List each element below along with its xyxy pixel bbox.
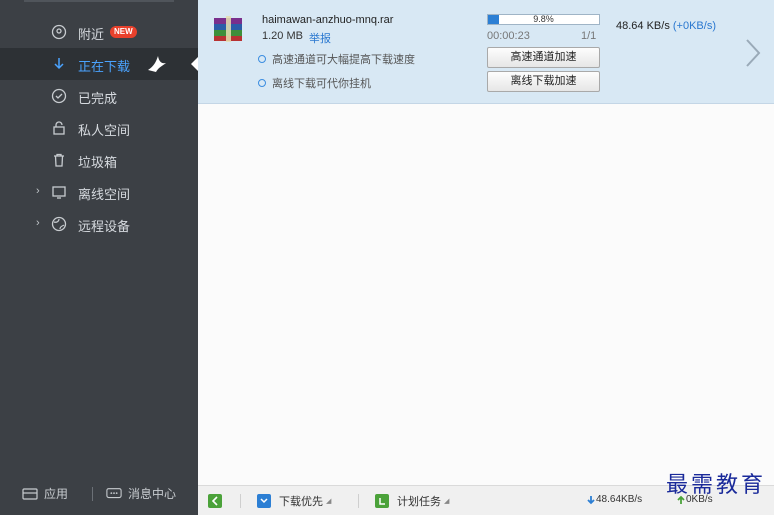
apps-label: 应用: [44, 487, 69, 501]
check-circle-icon: [50, 87, 68, 105]
bullet-icon: [258, 55, 266, 63]
scheduled-tasks-button[interactable]: 计划任务 ◢: [375, 493, 449, 509]
sidebar-item-completed[interactable]: 已完成: [0, 80, 198, 112]
main-content: haimawan-anzhuo-mnq.rar 1.20 MB 举报 9.8% …: [198, 0, 774, 515]
hint-text: 离线下载可代你挂机: [272, 78, 371, 90]
new-badge: NEW: [110, 26, 137, 38]
apps-button[interactable]: 应用: [22, 485, 68, 502]
speed-delta: (+0KB/s): [672, 20, 716, 32]
progress-text: 9.8%: [533, 14, 554, 24]
speed-readout: 48.64 KB/s (+0KB/s): [616, 20, 716, 32]
chevron-right-icon[interactable]: [744, 38, 762, 68]
download-speed-stat: 48.64KB/s: [586, 494, 642, 505]
location-pin-icon: [50, 23, 68, 41]
hint-high-speed: 高速通道可大幅提高下载速度: [258, 51, 415, 67]
message-icon: [106, 486, 122, 502]
speed-bird-icon: [148, 56, 166, 72]
globe-device-icon: [50, 215, 68, 233]
download-task-row[interactable]: haimawan-anzhuo-mnq.rar 1.20 MB 举报 9.8% …: [198, 0, 774, 104]
chevron-right-icon[interactable]: ›: [36, 217, 40, 229]
dropdown-caret-icon: ◢: [444, 498, 450, 505]
download-priority-label: 下载优先: [279, 496, 323, 508]
sidebar-item-label: 离线空间: [78, 187, 131, 202]
sidebar-item-private-space[interactable]: 私人空间: [0, 112, 198, 144]
sidebar-item-label: 私人空间: [78, 123, 131, 138]
elapsed-time: 00:00:23: [487, 30, 530, 42]
sidebar-item-label: 已完成: [78, 91, 118, 106]
speed-unit: KB/s: [646, 20, 670, 32]
watermark: 最需教育: [665, 473, 766, 498]
hint-text: 高速通道可大幅提高下载速度: [272, 54, 415, 66]
sidebar-item-offline-space[interactable]: › 离线空间: [0, 176, 198, 208]
active-pointer: [191, 57, 198, 71]
chevron-left-icon: [211, 496, 218, 506]
sidebar-item-nearby[interactable]: 附近 NEW: [0, 16, 198, 48]
download-arrow-icon: [50, 55, 68, 73]
toolbar-divider: [240, 494, 241, 508]
high-speed-accelerate-button[interactable]: 高速通道加速: [487, 47, 600, 68]
file-size: 1.20 MB: [262, 30, 303, 42]
file-name: haimawan-anzhuo-mnq.rar: [262, 14, 394, 26]
sidebar-footer: 应用 消息中心: [0, 475, 198, 515]
task-count: 1/1: [581, 30, 597, 42]
sidebar-item-trash[interactable]: 垃圾箱: [0, 144, 198, 176]
download-priority-icon: [257, 494, 271, 508]
toolbar-divider: [358, 494, 359, 508]
cloud-monitor-icon: [50, 183, 68, 201]
chevron-right-icon[interactable]: ›: [36, 185, 40, 197]
download-speed-icon: [587, 495, 595, 504]
speed-value: 48.64: [616, 20, 644, 32]
hint-offline: 离线下载可代你挂机: [258, 75, 371, 91]
progress-bar: 9.8%: [487, 14, 600, 25]
trash-icon: [50, 151, 68, 169]
download-priority-button[interactable]: 下载优先 ◢: [257, 493, 331, 509]
message-center-button[interactable]: 消息中心: [106, 485, 176, 502]
sidebar-item-downloading[interactable]: 正在下载: [0, 48, 198, 80]
dropdown-caret-icon: ◢: [326, 498, 332, 505]
footer-divider: [92, 487, 93, 501]
sidebar-item-label: 正在下载: [78, 59, 131, 74]
offline-accelerate-button[interactable]: 离线下载加速: [487, 71, 600, 92]
sidebar-item-label: 远程设备: [78, 219, 131, 234]
sidebar-item-label: 附近: [78, 27, 105, 42]
scheduled-tasks-label: 计划任务: [397, 496, 441, 508]
sidebar-item-label: 垃圾箱: [78, 155, 118, 170]
collapse-sidebar-button[interactable]: [208, 494, 222, 508]
bullet-icon: [258, 79, 266, 87]
sidebar: 附近 NEW 正在下载 已完成 私人空间 垃圾箱 › 离线空间 › 远程设备 应…: [0, 0, 198, 515]
download-speed-value: 48.64KB/s: [596, 494, 643, 505]
sidebar-item-remote-devices[interactable]: › 远程设备: [0, 208, 198, 240]
rar-file-icon: [214, 16, 242, 42]
schedule-icon: [375, 494, 389, 508]
report-link[interactable]: 举报: [309, 30, 331, 46]
lock-icon: [50, 119, 68, 137]
apps-icon: [22, 486, 38, 502]
sidebar-divider: [24, 0, 174, 2]
message-center-label: 消息中心: [128, 487, 177, 501]
